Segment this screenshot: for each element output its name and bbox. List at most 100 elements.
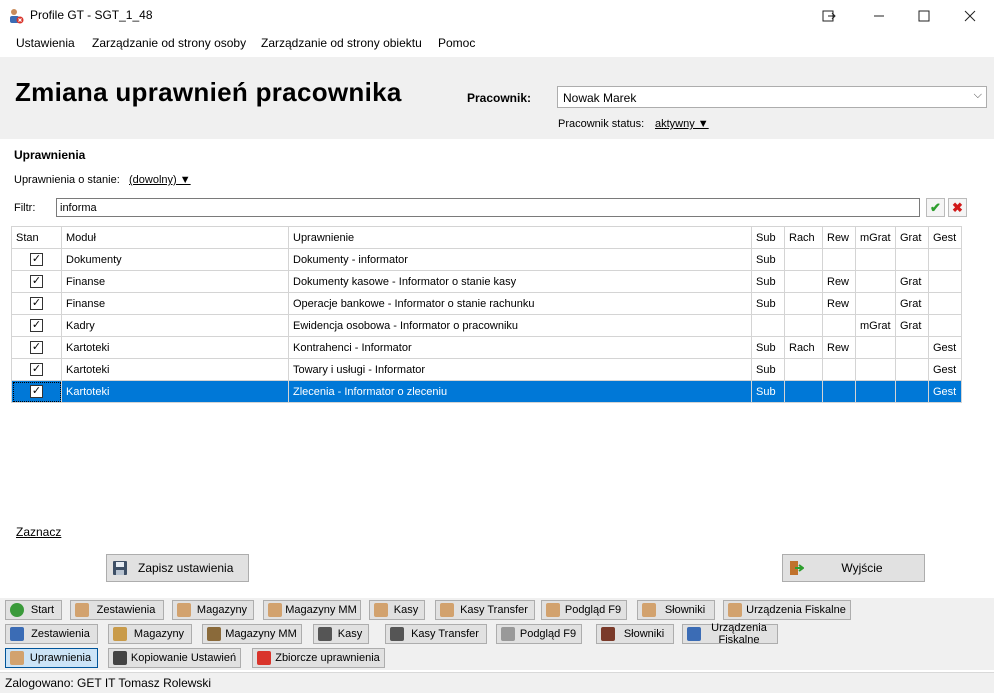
cell-mgrat[interactable] (855, 270, 896, 293)
toolbar-button-urządzenia-fiskalne[interactable]: Urządzenia Fiskalne (723, 600, 851, 620)
zaznacz-link[interactable]: Zaznacz (16, 525, 61, 539)
toolbar-button-start[interactable]: Start (5, 600, 62, 620)
col-header-stan[interactable]: Stan (11, 226, 62, 249)
cell-uprawnienie[interactable]: Ewidencja osobowa - Informator o pracown… (288, 314, 752, 337)
toolbar-button-słowniki[interactable]: Słowniki (596, 624, 674, 644)
cell-rach[interactable] (784, 270, 823, 293)
col-header-grat[interactable]: Grat (895, 226, 929, 249)
row-checkbox[interactable]: ✓ (30, 275, 43, 288)
toolbar-button-kasy[interactable]: Kasy (313, 624, 369, 644)
toolbar-button-kasy-transfer[interactable]: Kasy Transfer (435, 600, 535, 620)
row-checkbox[interactable]: ✓ (30, 385, 43, 398)
cell-grat[interactable] (895, 336, 929, 359)
toolbar-button-słowniki[interactable]: Słowniki (637, 600, 715, 620)
toolbar-button-uprawnienia[interactable]: Uprawnienia (5, 648, 98, 668)
cell-grat[interactable]: Grat (895, 292, 929, 315)
table-row[interactable]: ✓ Kadry Ewidencja osobowa - Informator o p… (11, 314, 962, 337)
cell-sub[interactable]: Sub (751, 248, 785, 271)
toolbar-button-kasy[interactable]: Kasy (369, 600, 425, 620)
cell-rew[interactable]: Rew (822, 292, 856, 315)
row-checkbox[interactable]: ✓ (30, 341, 43, 354)
toolbar-button-zestawienia[interactable]: Zestawienia (5, 624, 98, 644)
filter-input[interactable] (56, 198, 920, 217)
toolbar-button-podgląd-f9[interactable]: Podgląd F9 (541, 600, 627, 620)
cell-mgrat[interactable] (855, 336, 896, 359)
toolbar-button-urządzenia-fiskalne[interactable]: Urządzenia Fiskalne (682, 622, 778, 646)
cell-grat[interactable]: Grat (895, 314, 929, 337)
cell-rach[interactable] (784, 314, 823, 337)
menu-pomoc[interactable]: Pomoc (438, 36, 475, 50)
menu-zarzadzanie-osoby[interactable]: Zarządzanie od strony osoby (92, 36, 246, 50)
save-settings-button[interactable]: Zapisz ustawienia (106, 554, 249, 582)
cell-rew[interactable]: Rew (822, 270, 856, 293)
menu-ustawienia[interactable]: Ustawienia (16, 36, 75, 50)
table-row[interactable]: ✓ Kartoteki Towary i usługi - Informator Su… (11, 358, 962, 381)
toolbar-button-magazyny-mm[interactable]: Magazyny MM (202, 624, 302, 644)
col-header-rew[interactable]: Rew (822, 226, 856, 249)
col-header-gest[interactable]: Gest (928, 226, 962, 249)
cell-rew[interactable]: Rew (822, 336, 856, 359)
row-checkbox[interactable]: ✓ (30, 363, 43, 376)
accept-filter-icon[interactable]: ✔ (926, 198, 945, 217)
col-header-sub[interactable]: Sub (751, 226, 785, 249)
cell-uprawnienie[interactable]: Operacje bankowe - Informator o stanie r… (288, 292, 752, 315)
cell-modul[interactable]: Finanse (61, 270, 289, 293)
cell-sub[interactable]: Sub (751, 270, 785, 293)
toolbar-button-magazyny[interactable]: Magazyny (108, 624, 192, 644)
cell-sub[interactable]: Sub (751, 380, 785, 403)
toolbar-button-kasy-transfer[interactable]: Kasy Transfer (385, 624, 487, 644)
cell-uprawnienie[interactable]: Zlecenia - Informator o zleceniu (288, 380, 752, 403)
table-row[interactable]: ✓ Kartoteki Zlecenia - Informator o zlecen… (11, 380, 962, 403)
cell-mgrat[interactable] (855, 248, 896, 271)
cell-modul[interactable]: Kadry (61, 314, 289, 337)
cell-gest[interactable]: Gest (928, 358, 962, 381)
clear-filter-icon[interactable]: ✖ (948, 198, 967, 217)
toolbar-button-kopiowanie-ustawień[interactable]: Kopiowanie Ustawień (108, 648, 241, 668)
cell-modul[interactable]: Kartoteki (61, 358, 289, 381)
close-button[interactable] (947, 0, 993, 31)
cell-modul[interactable]: Kartoteki (61, 336, 289, 359)
table-row[interactable]: ✓ Finanse Dokumenty kasowe - Informator o … (11, 270, 962, 293)
cell-uprawnienie[interactable]: Towary i usługi - Informator (288, 358, 752, 381)
cell-rach[interactable] (784, 380, 823, 403)
cell-uprawnienie[interactable]: Dokumenty - informator (288, 248, 752, 271)
toolbar-button-podgląd-f9[interactable]: Podgląd F9 (496, 624, 582, 644)
col-header-rach[interactable]: Rach (784, 226, 823, 249)
cell-gest[interactable] (928, 248, 962, 271)
toolbar-button-zestawienia[interactable]: Zestawienia (70, 600, 164, 620)
cell-rach[interactable] (784, 292, 823, 315)
cell-sub[interactable]: Sub (751, 292, 785, 315)
cell-grat[interactable] (895, 358, 929, 381)
cell-mgrat[interactable] (855, 292, 896, 315)
cell-modul[interactable]: Kartoteki (61, 380, 289, 403)
cell-mgrat[interactable] (855, 380, 896, 403)
table-row[interactable]: ✓ Finanse Operacje bankowe - Informator o … (11, 292, 962, 315)
cell-sub[interactable]: Sub (751, 358, 785, 381)
cell-rew[interactable] (822, 314, 856, 337)
toolbar-button-zbiorcze-uprawnienia[interactable]: Zbiorcze uprawnienia (252, 648, 385, 668)
cell-gest[interactable]: Gest (928, 336, 962, 359)
cell-grat[interactable] (895, 380, 929, 403)
cell-uprawnienie[interactable]: Kontrahenci - Informator (288, 336, 752, 359)
cell-modul[interactable]: Finanse (61, 292, 289, 315)
cell-gest[interactable] (928, 292, 962, 315)
pracownik-status-dropdown[interactable]: aktywny ▼ (655, 118, 709, 130)
cell-mgrat[interactable]: mGrat (855, 314, 896, 337)
cell-grat[interactable]: Grat (895, 270, 929, 293)
row-checkbox[interactable]: ✓ (30, 297, 43, 310)
cell-rew[interactable] (822, 358, 856, 381)
table-row[interactable]: ✓ Dokumenty Dokumenty - informator Sub (11, 248, 962, 271)
col-header-mgrat[interactable]: mGrat (855, 226, 896, 249)
cell-sub[interactable]: Sub (751, 336, 785, 359)
cell-rew[interactable] (822, 380, 856, 403)
row-checkbox[interactable]: ✓ (30, 319, 43, 332)
toolbar-button-magazyny-mm[interactable]: Magazyny MM (263, 600, 361, 620)
col-header-uprawnienie[interactable]: Uprawnienie (288, 226, 752, 249)
pin-window-icon[interactable] (806, 0, 852, 31)
cell-rach[interactable] (784, 358, 823, 381)
cell-gest[interactable] (928, 270, 962, 293)
state-dropdown[interactable]: (dowolny) ▼ (129, 174, 191, 186)
toolbar-button-magazyny[interactable]: Magazyny (172, 600, 254, 620)
minimize-button[interactable] (856, 0, 902, 31)
row-checkbox[interactable]: ✓ (30, 253, 43, 266)
